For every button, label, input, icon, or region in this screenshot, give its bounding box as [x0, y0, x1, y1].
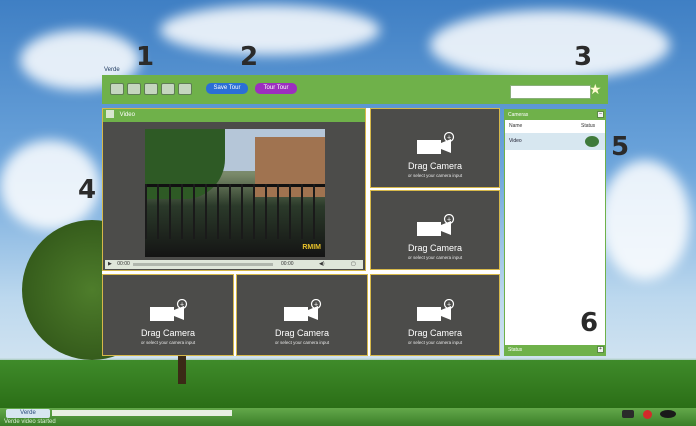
window-title: Verde — [104, 67, 120, 73]
volume-icon[interactable]: ◀) — [319, 260, 325, 269]
cell-title: Drag Camera — [407, 243, 463, 253]
svg-text:+: + — [447, 217, 451, 224]
svg-text:+: + — [447, 302, 451, 309]
callout-1: 1 — [136, 42, 155, 72]
svg-text:+: + — [447, 135, 451, 142]
camera-slot[interactable]: + Drag Camera or select your camera inpu… — [370, 274, 500, 356]
column-name: Name — [509, 123, 523, 129]
seek-bar[interactable] — [133, 263, 273, 266]
taskbar-status: Verde video started — [4, 419, 56, 425]
tour-button[interactable]: Tour Tour — [255, 83, 297, 94]
add-camera-icon: + — [417, 299, 455, 321]
camera-grid: Video RMIM ▶ 00:00 00:00 ◀) ▢ + Drag Cam — [102, 108, 500, 356]
video-player[interactable]: Video RMIM ▶ 00:00 00:00 ◀) ▢ — [102, 108, 366, 271]
fullscreen-icon[interactable]: ▢ — [351, 260, 356, 269]
time-start: 00:00 — [117, 261, 130, 267]
callout-4: 4 — [78, 175, 97, 205]
panel-footer: Status + — [505, 345, 605, 355]
cell-title: Drag Camera — [274, 328, 330, 338]
cell-subtitle: or select your camera input — [407, 173, 463, 178]
cell-title: Drag Camera — [407, 328, 463, 338]
search-input[interactable] — [510, 85, 591, 99]
camera-slot[interactable]: + Drag Camera or select your camera inpu… — [370, 108, 500, 188]
speed-icon[interactable] — [660, 410, 676, 418]
layout-1x1-icon[interactable] — [110, 83, 124, 95]
favorite-star-icon[interactable]: ★ — [589, 81, 602, 98]
camera-slot[interactable]: + Drag Camera or select your camera inpu… — [102, 274, 234, 356]
taskbar-strip — [52, 410, 232, 416]
cloud — [160, 5, 380, 55]
play-icon[interactable]: ▶ — [108, 261, 112, 267]
camera-icon — [106, 110, 114, 119]
cell-title: Drag Camera — [140, 328, 196, 338]
panel-title-text: Cameras — [508, 112, 529, 118]
layout-4x4-icon[interactable] — [161, 83, 175, 95]
monitor-icon[interactable] — [622, 410, 634, 418]
cloud — [600, 160, 690, 280]
column-status: Status — [581, 123, 596, 129]
expand-icon[interactable]: + — [597, 346, 604, 353]
callout-3: 3 — [574, 42, 593, 72]
layout-2x2-icon[interactable] — [127, 83, 141, 95]
camera-list-item[interactable]: Video — [505, 133, 605, 150]
cloud — [430, 10, 670, 80]
cell-subtitle: or select your camera input — [407, 340, 463, 345]
cell-subtitle: or select your camera input — [407, 255, 463, 260]
camera-name: Video — [509, 138, 522, 144]
cell-subtitle: or select your camera input — [140, 340, 196, 345]
start-button[interactable]: Verde — [6, 409, 50, 418]
player-title: Video — [119, 112, 135, 118]
save-tour-button[interactable]: Save Tour — [206, 83, 248, 94]
toolbar: Save Tour Tour Tour ★ — [102, 75, 608, 104]
camera-slot[interactable]: + Drag Camera or select your camera inpu… — [370, 190, 500, 270]
player-header: Video — [103, 109, 365, 122]
add-camera-icon: + — [417, 132, 455, 155]
callout-6: 6 — [580, 308, 599, 338]
collapse-icon[interactable]: – — [597, 111, 604, 118]
add-camera-icon: + — [284, 299, 322, 321]
panel-column-header: Name Status — [505, 122, 605, 131]
panel-title: Cameras – — [505, 110, 605, 120]
camera-slot[interactable]: + Drag Camera or select your camera inpu… — [236, 274, 368, 356]
app-window: Save Tour Tour Tour ★ Video RMIM ▶ 00:00 — [102, 75, 608, 360]
cell-title: Drag Camera — [407, 161, 463, 171]
svg-text:+: + — [180, 302, 184, 309]
cell-subtitle: or select your camera input — [274, 340, 330, 345]
record-icon[interactable] — [643, 410, 652, 419]
panel-footer-text: Status — [508, 347, 523, 353]
video-watermark: RMIM — [302, 244, 321, 251]
video-feed: RMIM — [145, 129, 325, 257]
callout-5: 5 — [611, 132, 630, 162]
layout-custom-icon[interactable] — [178, 83, 192, 95]
add-camera-icon: + — [150, 299, 188, 321]
playback-controls: ▶ 00:00 00:00 ◀) ▢ — [105, 260, 363, 269]
status-indicator-icon — [585, 136, 599, 147]
layout-3x3-icon[interactable] — [144, 83, 158, 95]
grass-ground — [0, 360, 696, 410]
callout-2: 2 — [240, 42, 259, 72]
svg-text:+: + — [314, 302, 318, 309]
add-camera-icon: + — [417, 214, 455, 237]
time-end: 00:00 — [281, 261, 294, 267]
